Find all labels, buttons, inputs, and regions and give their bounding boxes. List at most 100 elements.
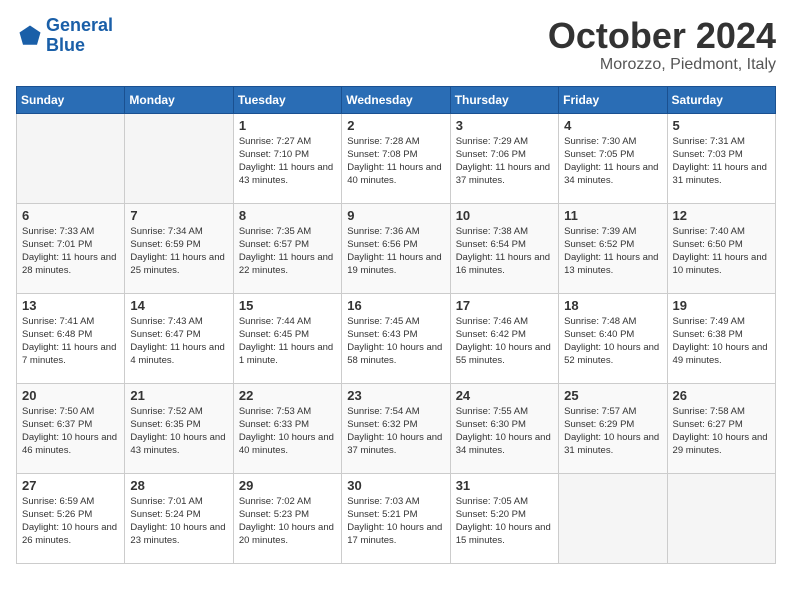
calendar-day-cell: 26 Sunrise: 7:58 AMSunset: 6:27 PMDayligh… [667, 383, 775, 473]
calendar-day-cell: 21 Sunrise: 7:52 AMSunset: 6:35 PMDayligh… [125, 383, 233, 473]
day-number: 19 [673, 298, 770, 313]
day-number: 10 [456, 208, 553, 223]
calendar-day-cell: 18Sunrise: 7:48 AMSunset: 6:40 PMDayligh… [559, 293, 667, 383]
day-info: Sunrise: 7:45 AMSunset: 6:43 PMDaylight:… [347, 315, 444, 368]
day-number: 25 [564, 388, 661, 403]
calendar-day-cell: 10 Sunrise: 7:38 AMSunset: 6:54 PMDayligh… [450, 203, 558, 293]
col-header-friday: Friday [559, 86, 667, 113]
day-number: 22 [239, 388, 336, 403]
day-number: 29 [239, 478, 336, 493]
calendar-day-cell: 30Sunrise: 7:03 AMSunset: 5:21 PMDayligh… [342, 473, 450, 563]
day-info: Sunrise: 7:52 AMSunset: 6:35 PMDaylight:… [130, 405, 227, 458]
day-info: Sunrise: 7:39 AMSunset: 6:52 PMDaylight:… [564, 225, 661, 278]
day-number: 16 [347, 298, 444, 313]
month-title: October 2024 [548, 16, 776, 56]
day-info: Sunrise: 7:36 AMSunset: 6:56 PMDaylight:… [347, 225, 444, 278]
location-subtitle: Morozzo, Piedmont, Italy [548, 56, 776, 74]
calendar-day-cell: 28 Sunrise: 7:01 AMSunset: 5:24 PMDayligh… [125, 473, 233, 563]
day-number: 3 [456, 118, 553, 133]
calendar-day-cell: 16 Sunrise: 7:45 AMSunset: 6:43 PMDayligh… [342, 293, 450, 383]
calendar-header-row: SundayMondayTuesdayWednesdayThursdayFrid… [17, 86, 776, 113]
day-info: Sunrise: 7:54 AMSunset: 6:32 PMDaylight:… [347, 405, 444, 458]
col-header-monday: Monday [125, 86, 233, 113]
day-number: 23 [347, 388, 444, 403]
calendar-day-cell: 17Sunrise: 7:46 AMSunset: 6:42 PMDayligh… [450, 293, 558, 383]
day-info: Sunrise: 7:05 AMSunset: 5:20 PMDaylight:… [456, 495, 553, 548]
day-number: 21 [130, 388, 227, 403]
calendar-day-cell: 27 Sunrise: 6:59 AMSunset: 5:26 PMDayligh… [17, 473, 125, 563]
logo-text-blue: Blue [46, 36, 113, 56]
calendar-day-cell: 23 Sunrise: 7:54 AMSunset: 6:32 PMDayligh… [342, 383, 450, 473]
calendar-day-cell: 24Sunrise: 7:55 AMSunset: 6:30 PMDayligh… [450, 383, 558, 473]
day-info: Sunrise: 7:33 AMSunset: 7:01 PMDaylight:… [22, 225, 119, 278]
calendar-day-cell: 8Sunrise: 7:35 AMSunset: 6:57 PMDaylight… [233, 203, 341, 293]
page-header: General Blue October 2024 Morozzo, Piedm… [16, 16, 776, 74]
day-info: Sunrise: 7:30 AMSunset: 7:05 PMDaylight:… [564, 135, 661, 188]
calendar-day-cell: 19 Sunrise: 7:49 AMSunset: 6:38 PMDayligh… [667, 293, 775, 383]
calendar-day-cell [667, 473, 775, 563]
calendar-day-cell: 7 Sunrise: 7:34 AMSunset: 6:59 PMDaylight… [125, 203, 233, 293]
day-number: 13 [22, 298, 119, 313]
day-number: 12 [673, 208, 770, 223]
day-info: Sunrise: 7:01 AMSunset: 5:24 PMDaylight:… [130, 495, 227, 548]
day-info: Sunrise: 7:38 AMSunset: 6:54 PMDaylight:… [456, 225, 553, 278]
calendar-day-cell [17, 113, 125, 203]
calendar-day-cell: 29Sunrise: 7:02 AMSunset: 5:23 PMDayligh… [233, 473, 341, 563]
day-number: 1 [239, 118, 336, 133]
day-number: 6 [22, 208, 119, 223]
calendar-day-cell: 15Sunrise: 7:44 AMSunset: 6:45 PMDayligh… [233, 293, 341, 383]
day-number: 11 [564, 208, 661, 223]
day-info: Sunrise: 7:43 AMSunset: 6:47 PMDaylight:… [130, 315, 227, 368]
day-number: 7 [130, 208, 227, 223]
day-info: Sunrise: 7:28 AMSunset: 7:08 PMDaylight:… [347, 135, 444, 188]
col-header-sunday: Sunday [17, 86, 125, 113]
day-number: 27 [22, 478, 119, 493]
day-number: 26 [673, 388, 770, 403]
day-info: Sunrise: 7:48 AMSunset: 6:40 PMDaylight:… [564, 315, 661, 368]
calendar-day-cell: 1 Sunrise: 7:27 AMSunset: 7:10 PMDaylight… [233, 113, 341, 203]
day-number: 24 [456, 388, 553, 403]
day-info: Sunrise: 7:31 AMSunset: 7:03 PMDaylight:… [673, 135, 770, 188]
day-info: Sunrise: 7:57 AMSunset: 6:29 PMDaylight:… [564, 405, 661, 458]
calendar-day-cell: 2 Sunrise: 7:28 AMSunset: 7:08 PMDaylight… [342, 113, 450, 203]
day-number: 31 [456, 478, 553, 493]
day-number: 4 [564, 118, 661, 133]
day-info: Sunrise: 7:35 AMSunset: 6:57 PMDaylight:… [239, 225, 336, 278]
calendar-day-cell: 4 Sunrise: 7:30 AMSunset: 7:05 PMDaylight… [559, 113, 667, 203]
day-number: 14 [130, 298, 227, 313]
day-number: 28 [130, 478, 227, 493]
calendar-week-row: 13Sunrise: 7:41 AMSunset: 6:48 PMDayligh… [17, 293, 776, 383]
day-info: Sunrise: 7:27 AMSunset: 7:10 PMDaylight:… [239, 135, 336, 188]
calendar-day-cell: 13Sunrise: 7:41 AMSunset: 6:48 PMDayligh… [17, 293, 125, 383]
calendar-day-cell [559, 473, 667, 563]
calendar-day-cell: 14 Sunrise: 7:43 AMSunset: 6:47 PMDayligh… [125, 293, 233, 383]
day-info: Sunrise: 7:40 AMSunset: 6:50 PMDaylight:… [673, 225, 770, 278]
calendar-day-cell: 20 Sunrise: 7:50 AMSunset: 6:37 PMDayligh… [17, 383, 125, 473]
day-info: Sunrise: 7:29 AMSunset: 7:06 PMDaylight:… [456, 135, 553, 188]
calendar-day-cell: 3 Sunrise: 7:29 AMSunset: 7:06 PMDaylight… [450, 113, 558, 203]
calendar-day-cell: 9 Sunrise: 7:36 AMSunset: 6:56 PMDaylight… [342, 203, 450, 293]
calendar-day-cell [125, 113, 233, 203]
day-info: Sunrise: 7:34 AMSunset: 6:59 PMDaylight:… [130, 225, 227, 278]
day-info: Sunrise: 7:49 AMSunset: 6:38 PMDaylight:… [673, 315, 770, 368]
col-header-saturday: Saturday [667, 86, 775, 113]
day-info: Sunrise: 7:58 AMSunset: 6:27 PMDaylight:… [673, 405, 770, 458]
calendar-table: SundayMondayTuesdayWednesdayThursdayFrid… [16, 86, 776, 564]
day-number: 9 [347, 208, 444, 223]
calendar-day-cell: 25 Sunrise: 7:57 AMSunset: 6:29 PMDayligh… [559, 383, 667, 473]
day-info: Sunrise: 7:53 AMSunset: 6:33 PMDaylight:… [239, 405, 336, 458]
calendar-day-cell: 11 Sunrise: 7:39 AMSunset: 6:52 PMDayligh… [559, 203, 667, 293]
day-info: Sunrise: 6:59 AMSunset: 5:26 PMDaylight:… [22, 495, 119, 548]
day-number: 17 [456, 298, 553, 313]
logo: General Blue [16, 16, 113, 56]
calendar-day-cell: 6 Sunrise: 7:33 AMSunset: 7:01 PMDaylight… [17, 203, 125, 293]
day-number: 20 [22, 388, 119, 403]
day-info: Sunrise: 7:50 AMSunset: 6:37 PMDaylight:… [22, 405, 119, 458]
col-header-tuesday: Tuesday [233, 86, 341, 113]
calendar-day-cell: 5Sunrise: 7:31 AMSunset: 7:03 PMDaylight… [667, 113, 775, 203]
col-header-thursday: Thursday [450, 86, 558, 113]
calendar-week-row: 6 Sunrise: 7:33 AMSunset: 7:01 PMDaylight… [17, 203, 776, 293]
calendar-day-cell: 12 Sunrise: 7:40 AMSunset: 6:50 PMDayligh… [667, 203, 775, 293]
calendar-week-row: 27 Sunrise: 6:59 AMSunset: 5:26 PMDayligh… [17, 473, 776, 563]
day-number: 2 [347, 118, 444, 133]
